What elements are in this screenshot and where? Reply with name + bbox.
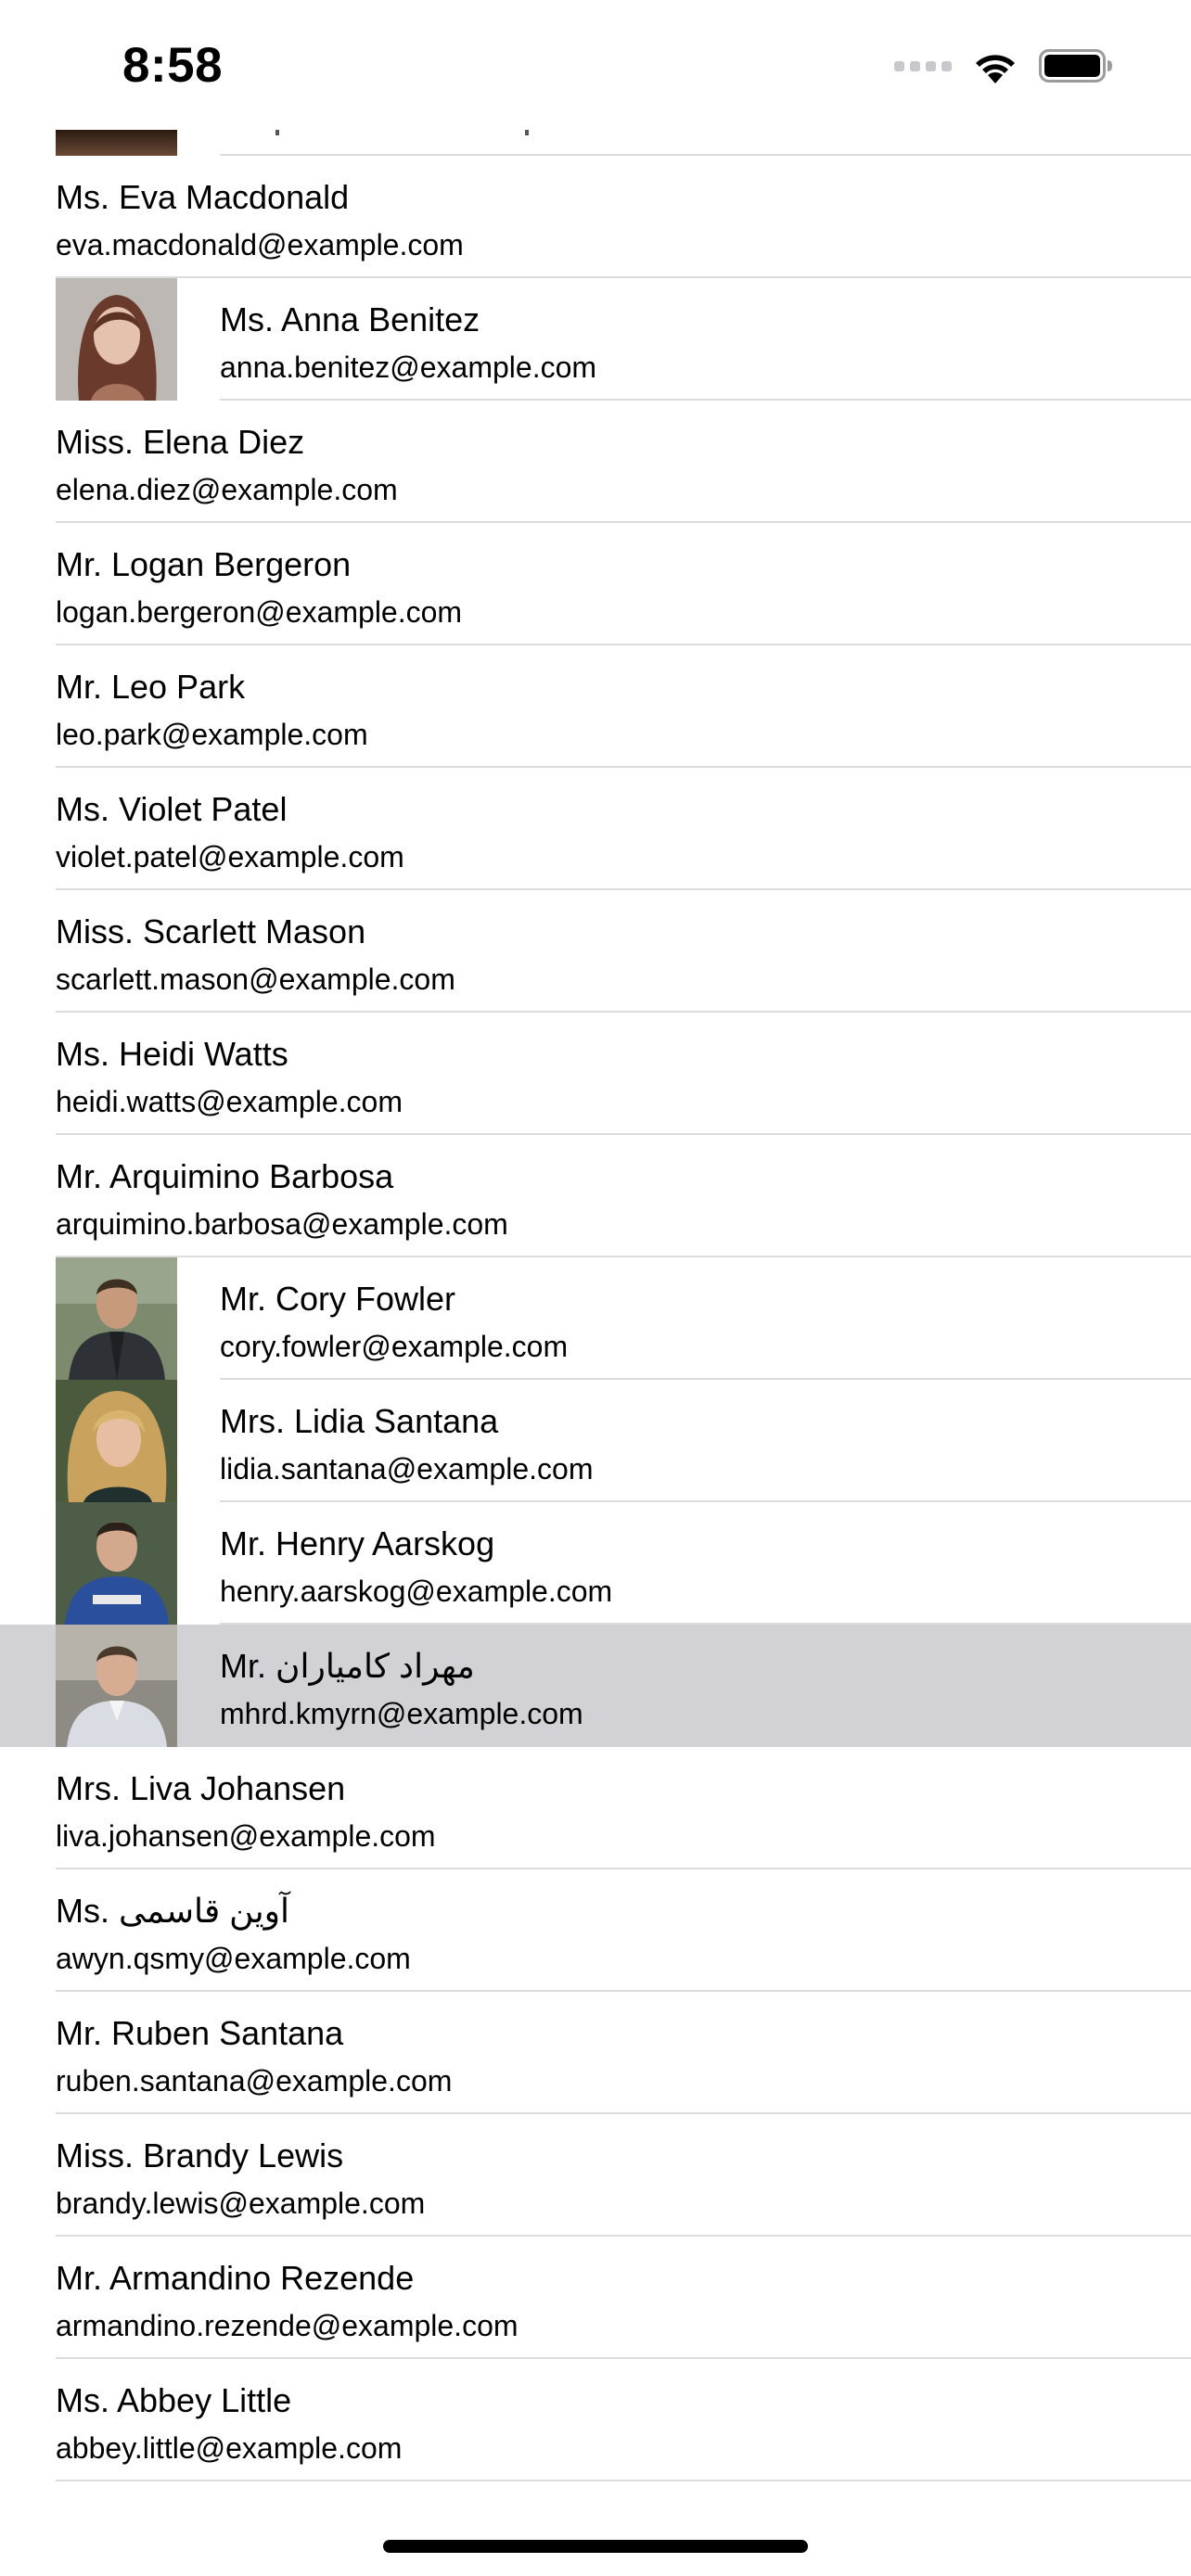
contact-email: abbey.little@example.com — [56, 2431, 403, 2465]
contact-name: Mr. Cory Fowler — [220, 1280, 456, 1318]
contact-name: Mr. Armandino Rezende — [56, 2259, 415, 2297]
avatar — [56, 1502, 177, 1625]
contact-email: henry.aarskog@example.com — [220, 1575, 613, 1608]
list-item[interactable]: Mr. Armandino Rezende armandino.rezende@… — [0, 2237, 1191, 2359]
contact-email: ruben.santana@example.com — [56, 2064, 453, 2098]
contact-name: Mr. Leo Park — [56, 668, 246, 706]
contact-name: Mr. Logan Bergeron — [56, 545, 352, 583]
list-item[interactable]: Mrs. Liva Johansen liva.johansen@example… — [0, 1747, 1191, 1869]
contact-email: leo.park@example.com — [56, 718, 368, 751]
contact-name: Mr. مهراد کامیاران — [220, 1647, 475, 1685]
battery-icon — [1039, 48, 1113, 83]
contact-name: Miss. Scarlett Mason — [56, 912, 366, 950]
list-item[interactable]: Mr. Arquimino Barbosa arquimino.barbosa@… — [0, 1135, 1191, 1257]
contact-name: Mr. Arquimino Barbosa — [56, 1157, 394, 1195]
list-item[interactable]: Ms. Violet Patel violet.patel@example.co… — [0, 768, 1191, 890]
contact-name: Ms. Anna Benitez — [220, 300, 480, 338]
contact-email: cory.fowler@example.com — [220, 1330, 569, 1363]
list-item[interactable]: Miss. Elena Diez elena.diez@example.com — [0, 401, 1191, 523]
contact-name: Mrs. Liva Johansen — [56, 1769, 346, 1807]
list-item[interactable]: Ms. Eva Macdonald eva.macdonald@example.… — [0, 156, 1191, 278]
row-separator — [56, 2480, 1191, 2481]
list-item[interactable]: Mrs. Lidia Santana lidia.santana@example… — [0, 1380, 1191, 1502]
wifi-icon — [972, 48, 1018, 83]
cellular-signal-icon — [894, 60, 952, 71]
home-indicator[interactable] — [383, 2540, 808, 2553]
contact-name: Ms. Abbey Little — [56, 2381, 292, 2419]
contact-name: Ms. آوین قاسمی — [56, 1892, 289, 1930]
list-item[interactable]: Ms. آوین قاسمی awyn.qsmy@example.com — [0, 1869, 1191, 1992]
list-item[interactable]: Ms. Abbey Little abbey.little@example.co… — [0, 2359, 1191, 2481]
list-item[interactable]: Mr. Cory Fowler cory.fowler@example.com — [0, 1257, 1191, 1380]
list-item[interactable]: Mr. Ruben Santana ruben.santana@example.… — [0, 1992, 1191, 2114]
status-time: 8:58 — [122, 38, 224, 93]
status-bar: 8:58 — [0, 0, 1191, 130]
list-item-selected[interactable]: Mr. مهراد کامیاران mhrd.kmyrn@example.co… — [0, 1625, 1191, 1747]
avatar — [56, 278, 177, 401]
contact-name: Mrs. Lidia Santana — [220, 1402, 499, 1440]
contact-name: Mr. Henry Aarskog — [220, 1524, 495, 1562]
contact-email: awyn.qsmy@example.com — [56, 1942, 411, 1975]
contact-name: Miss. Elena Diez — [56, 423, 305, 461]
list-item[interactable]: Mr. Henry Aarskog henry.aarskog@example.… — [0, 1502, 1191, 1625]
status-icons — [894, 48, 1113, 83]
contact-email: brandy.lewis@example.com — [56, 2187, 426, 2220]
contact-email: mhrd.kmyrn@example.com — [220, 1697, 583, 1730]
list-item[interactable]: Ms. Heidi Watts heidi.watts@example.com — [0, 1013, 1191, 1135]
contact-email: logan.bergeron@example.com — [56, 595, 463, 629]
contact-name: Ms. Heidi Watts — [56, 1035, 288, 1073]
list-item[interactable]: Miss. Brandy Lewis brandy.lewis@example.… — [0, 2114, 1191, 2237]
contact-email: armandino.rezende@example.com — [56, 2309, 519, 2342]
contact-email: heidi.watts@example.com — [56, 1085, 403, 1118]
avatar — [56, 1380, 177, 1502]
contact-email: lidia.santana@example.com — [220, 1452, 594, 1486]
contact-email: liva.johansen@example.com — [56, 1819, 436, 1853]
contact-name: Miss. Brandy Lewis — [56, 2136, 344, 2174]
contact-email: elena.diez@example.com — [56, 473, 398, 506]
contact-email: anna.benitez@example.com — [220, 351, 597, 384]
contact-name: Ms. Eva Macdonald — [56, 178, 350, 216]
avatar — [56, 1257, 177, 1380]
list-item[interactable]: Mr. Leo Park leo.park@example.com — [0, 645, 1191, 768]
list-item[interactable]: Mr. Logan Bergeron logan.bergeron@exampl… — [0, 523, 1191, 645]
contact-email: scarlett.mason@example.com — [56, 963, 455, 996]
avatar — [56, 1625, 177, 1747]
contact-name: Ms. Violet Patel — [56, 790, 288, 828]
contact-email: eva.macdonald@example.com — [56, 228, 464, 261]
contact-name: Mr. Ruben Santana — [56, 2014, 344, 2052]
list-item[interactable]: Ms. Anna Benitez anna.benitez@example.co… — [0, 278, 1191, 401]
contact-email: arquimino.barbosa@example.com — [56, 1207, 508, 1241]
list-item[interactable]: Miss. Scarlett Mason scarlett.mason@exam… — [0, 890, 1191, 1013]
contact-list[interactable]: Ms. Eva Macdonald eva.macdonald@example.… — [0, 0, 1191, 2576]
list-item-partial[interactable] — [0, 130, 1191, 156]
contact-email: violet.patel@example.com — [56, 840, 404, 874]
avatar — [56, 130, 177, 156]
